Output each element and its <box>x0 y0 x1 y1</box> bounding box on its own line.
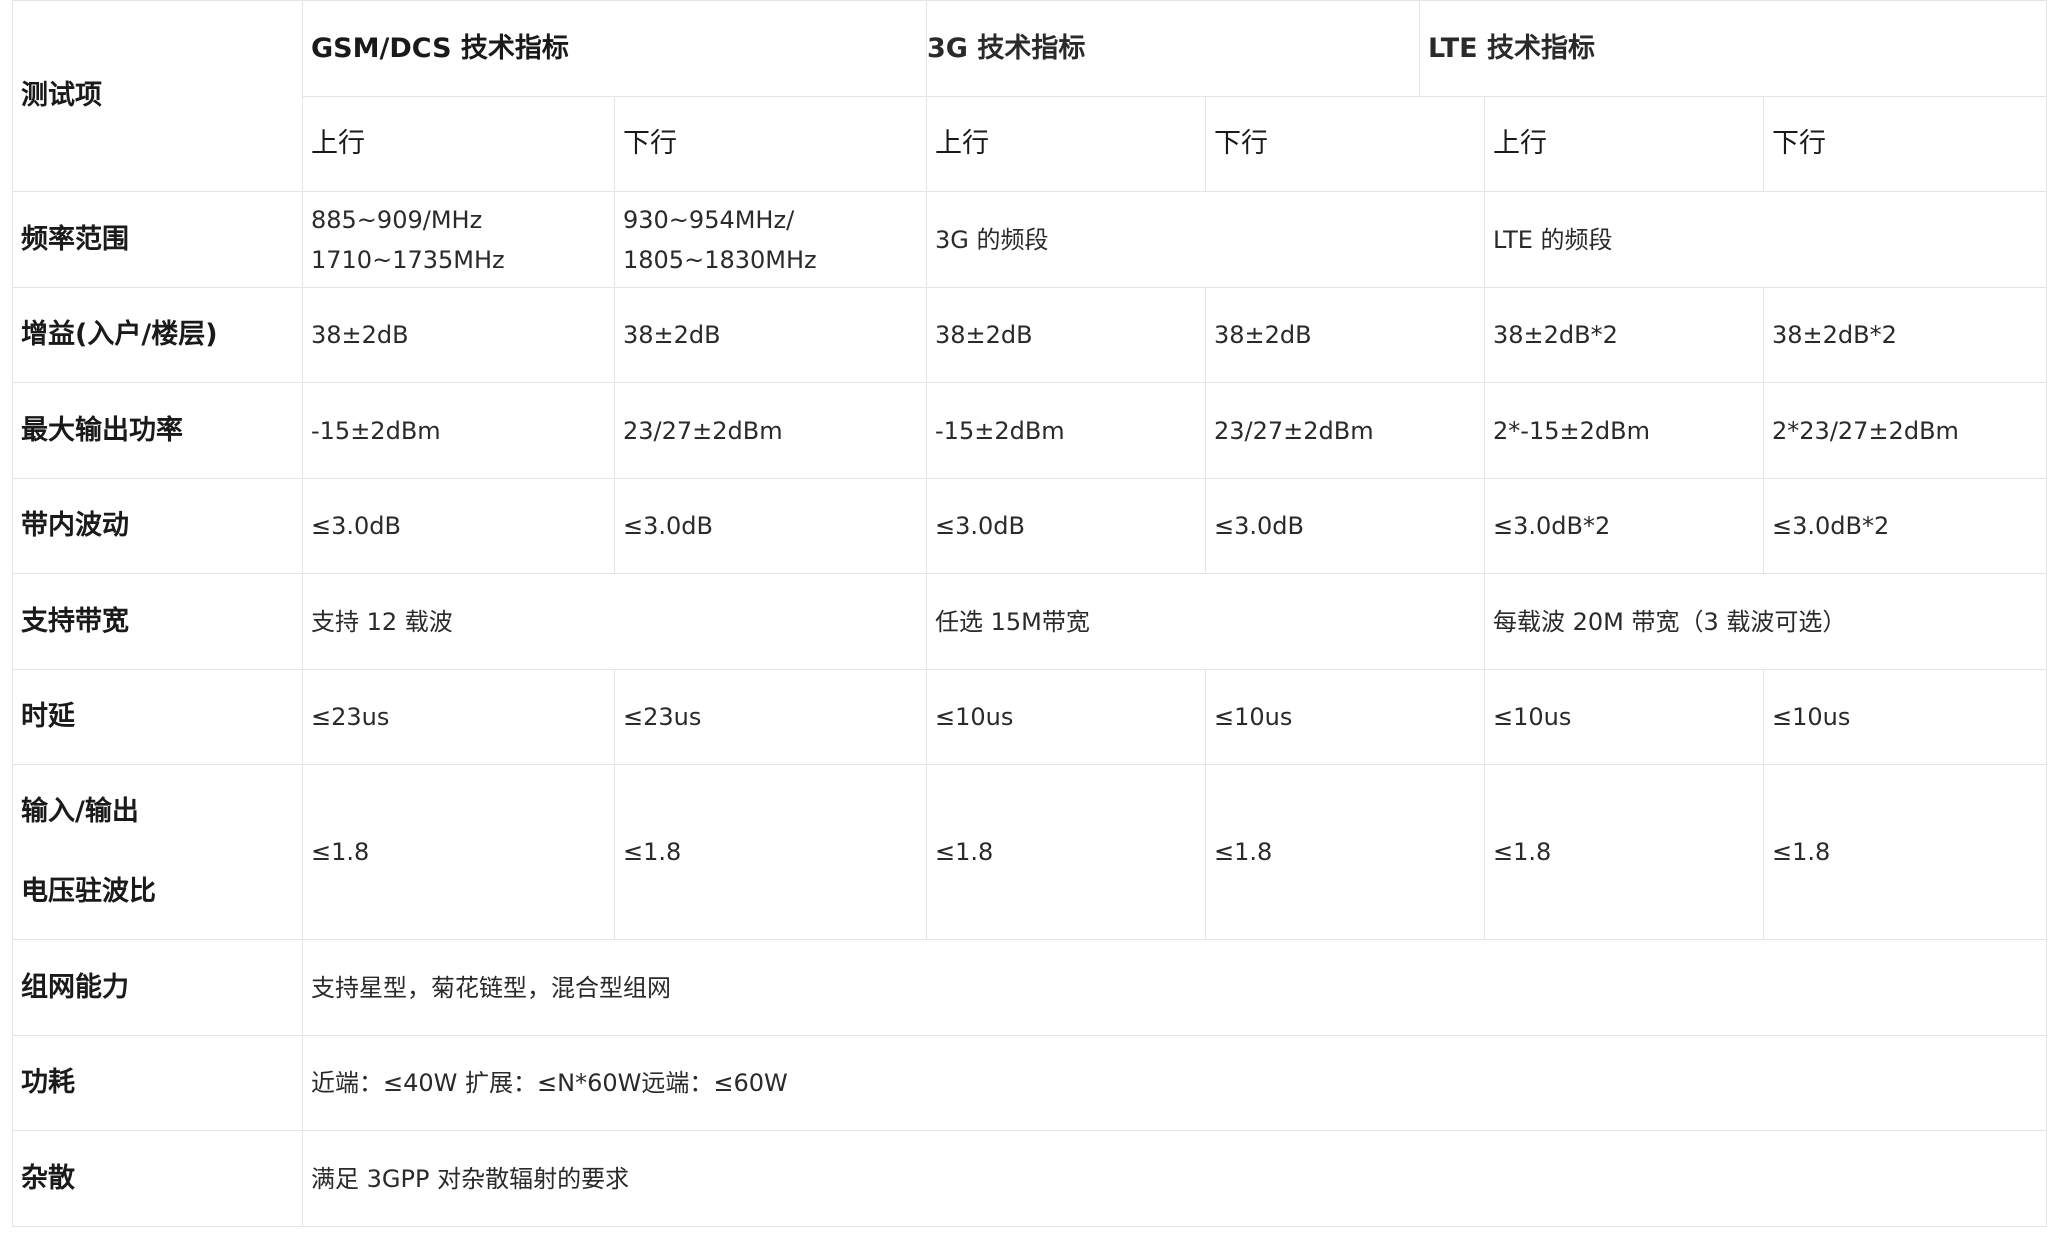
cell-bandwidth-gsm: 支持 12 载波 <box>301 573 928 670</box>
cell-delay-lte-down: ≤10us <box>1763 669 2048 765</box>
cell-delay-gsm-down: ≤23us <box>613 669 928 765</box>
cell-ripple-lte-down: ≤3.0dB*2 <box>1763 478 2048 574</box>
cell-power-3g-down: 23/27±2dBm <box>1205 382 1486 479</box>
row-label-power-consumption: 功耗 <box>12 1035 303 1131</box>
cell-power-lte-up: 2*-15±2dBm <box>1484 382 1765 479</box>
row-label-vswr-line1: 输入/输出 <box>21 796 139 827</box>
row-networking: 组网能力 支持星型，菊花链型，混合型组网 <box>12 939 2048 1036</box>
cell-gain-gsm-down: 38±2dB <box>613 287 928 383</box>
cell-gain-lte-down: 38±2dB*2 <box>1763 287 2048 383</box>
cell-power-gsm-up: -15±2dBm <box>302 382 615 479</box>
cell-power-gsm-down: 23/27±2dBm <box>613 382 928 479</box>
cell-power-lte-down: 2*23/27±2dBm <box>1763 382 2048 479</box>
cell-freq-gsm-down-line2: 1805~1830MHz <box>623 245 817 274</box>
cell-gain-3g-down: 38±2dB <box>1205 287 1486 383</box>
cell-ripple-gsm-down: ≤3.0dB <box>613 478 928 574</box>
cell-gain-gsm-up: 38±2dB <box>302 287 615 383</box>
row-supported-bandwidth: 支持带宽 支持 12 载波 任选 15M带宽 每载波 20M 带宽（3 载波可选… <box>12 573 2048 670</box>
cell-gain-3g-up: 38±2dB <box>926 287 1207 383</box>
cell-vswr-lte-down: ≤1.8 <box>1763 764 2048 940</box>
row-label-frequency: 频率范围 <box>12 191 303 288</box>
cell-vswr-gsm-up: ≤1.8 <box>302 764 615 940</box>
row-max-output-power: 最大输出功率 -15±2dBm 23/27±2dBm -15±2dBm 23/2… <box>12 382 2048 479</box>
cell-ripple-lte-up: ≤3.0dB*2 <box>1484 478 1765 574</box>
row-label-networking: 组网能力 <box>12 939 303 1036</box>
cell-networking-value: 支持星型，菊花链型，混合型组网 <box>301 939 2048 1036</box>
header-row-groups: 测试项 GSM/DCS 技术指标 3G 技术指标 LTE 技术指标 <box>12 0 2048 192</box>
cell-power-3g-up: -15±2dBm <box>926 382 1207 479</box>
cell-freq-gsm-down: 930~954MHz/ 1805~1830MHz <box>613 191 928 288</box>
row-spurious: 杂散 满足 3GPP 对杂散辐射的要求 <box>12 1130 2048 1227</box>
row-label-delay: 时延 <box>12 669 303 765</box>
cell-freq-gsm-down-line1: 930~954MHz/ <box>623 205 795 234</box>
group-header-3g-lte: 3G 技术指标 LTE 技术指标 <box>926 0 2048 97</box>
cell-delay-3g-down: ≤10us <box>1205 669 1486 765</box>
cell-vswr-3g-down: ≤1.8 <box>1205 764 1486 940</box>
cell-ripple-gsm-up: ≤3.0dB <box>302 478 615 574</box>
row-delay: 时延 ≤23us ≤23us ≤10us ≤10us ≤10us ≤10us <box>12 669 2048 765</box>
cell-power-consumption-value: 近端：≤40W 扩展：≤N*60W远端：≤60W <box>301 1035 2048 1131</box>
cell-spurious-value: 满足 3GPP 对杂散辐射的要求 <box>301 1130 2048 1227</box>
cell-delay-3g-up: ≤10us <box>926 669 1207 765</box>
row-vswr: 输入/输出 电压驻波比 ≤1.8 ≤1.8 ≤1.8 ≤1.8 ≤1.8 ≤1.… <box>12 764 2048 940</box>
sub-header-3g-up: 上行 <box>926 96 1207 192</box>
row-label-spurious: 杂散 <box>12 1130 303 1227</box>
cell-gain-lte-up: 38±2dB*2 <box>1484 287 1765 383</box>
group-header-3g: 3G 技术指标 <box>928 1 1421 96</box>
cell-ripple-3g-down: ≤3.0dB <box>1205 478 1486 574</box>
row-label-max-output-power: 最大输出功率 <box>12 382 303 479</box>
group-header-gsm: GSM/DCS 技术指标 <box>301 0 928 97</box>
sub-header-gsm-up: 上行 <box>302 96 615 192</box>
row-label-vswr-line2: 电压驻波比 <box>21 876 156 907</box>
cell-bandwidth-lte: 每载波 20M 带宽（3 载波可选） <box>1484 573 2048 670</box>
cell-freq-gsm-up-line1: 885~909/MHz <box>311 205 483 234</box>
cell-freq-gsm-up: 885~909/MHz 1710~1735MHz <box>302 191 615 288</box>
row-in-band-ripple: 带内波动 ≤3.0dB ≤3.0dB ≤3.0dB ≤3.0dB ≤3.0dB*… <box>12 478 2048 574</box>
sub-header-gsm-down: 下行 <box>613 96 928 192</box>
row-label-supported-bandwidth: 支持带宽 <box>12 573 303 670</box>
cell-freq-lte: LTE 的频段 <box>1484 191 2048 288</box>
header-row-directions: 上行 下行 上行 下行 上行 下行 <box>13 96 2048 192</box>
cell-delay-gsm-up: ≤23us <box>302 669 615 765</box>
row-label-vswr: 输入/输出 电压驻波比 <box>12 764 303 940</box>
sub-header-lte-down: 下行 <box>1763 96 2048 192</box>
cell-vswr-lte-up: ≤1.8 <box>1484 764 1765 940</box>
cell-delay-lte-up: ≤10us <box>1484 669 1765 765</box>
row-label-gain: 增益(入户/楼层) <box>12 287 303 383</box>
row-frequency: 频率范围 885~909/MHz 1710~1735MHz 930~954MHz… <box>12 191 2048 288</box>
cell-freq-3g: 3G 的频段 <box>926 191 1486 288</box>
cell-ripple-3g-up: ≤3.0dB <box>926 478 1207 574</box>
sub-header-3g-down: 下行 <box>1205 96 1486 192</box>
cell-vswr-gsm-down: ≤1.8 <box>613 764 928 940</box>
sub-header-lte-up: 上行 <box>1484 96 1765 192</box>
spec-table: 测试项 GSM/DCS 技术指标 3G 技术指标 LTE 技术指标 上行 下行 … <box>12 0 2048 1227</box>
cell-bandwidth-3g: 任选 15M带宽 <box>926 573 1486 670</box>
cell-vswr-3g-up: ≤1.8 <box>926 764 1207 940</box>
row-label-in-band-ripple: 带内波动 <box>12 478 303 574</box>
row-gain: 增益(入户/楼层) 38±2dB 38±2dB 38±2dB 38±2dB 38… <box>12 287 2048 383</box>
corner-header: 测试项 <box>12 0 303 192</box>
group-header-lte: LTE 技术指标 <box>1428 32 1596 64</box>
row-power-consumption: 功耗 近端：≤40W 扩展：≤N*60W远端：≤60W <box>12 1035 2048 1131</box>
cell-freq-gsm-up-line2: 1710~1735MHz <box>311 245 505 274</box>
